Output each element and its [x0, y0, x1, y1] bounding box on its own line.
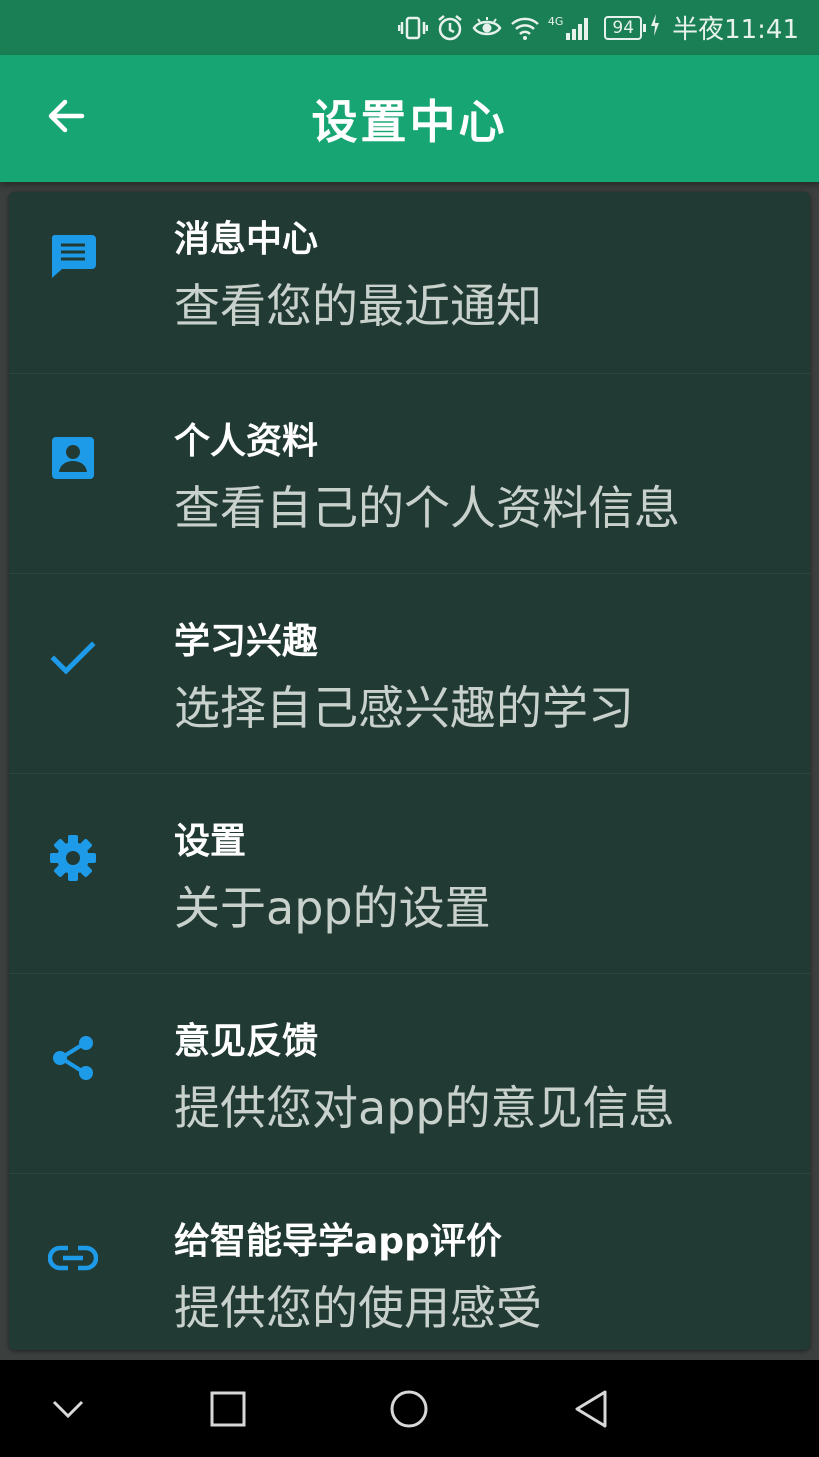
square-recents-icon[interactable]: [203, 1384, 253, 1434]
vibrate-icon: [397, 15, 428, 41]
menu-item-profile[interactable]: 个人资料 查看自己的个人资料信息: [9, 374, 810, 574]
menu-item-title: 设置: [174, 821, 247, 862]
check-icon: [45, 630, 101, 686]
menu-item-title: 意见反馈: [174, 1021, 319, 1062]
menu-item-title: 给智能导学app评价: [174, 1221, 502, 1262]
menu-item-feedback[interactable]: 意见反馈 提供您对app的意见信息: [9, 974, 810, 1174]
link-icon: [45, 1230, 101, 1286]
back-button[interactable]: [36, 88, 96, 148]
menu-item-title: 学习兴趣: [174, 621, 319, 662]
menu-item-message-center[interactable]: 消息中心 查看您的最近通知: [9, 192, 810, 374]
alarm-icon: [436, 14, 464, 42]
battery-level: 94: [604, 15, 643, 40]
chevron-down-icon[interactable]: [43, 1384, 93, 1434]
page-title: 设置中心: [311, 94, 508, 149]
app-bar: 设置中心: [0, 55, 819, 182]
message-icon: [45, 228, 101, 284]
menu-item-subtitle: 关于app的设置: [174, 881, 491, 935]
status-time: 半夜11:41: [672, 15, 799, 45]
battery-indicator: 94: [604, 13, 660, 43]
system-nav-bar: [0, 1360, 819, 1457]
gear-icon: [45, 830, 101, 886]
circle-home-icon[interactable]: [384, 1384, 434, 1434]
charging-icon: [650, 13, 660, 43]
menu-item-learning-interests[interactable]: 学习兴趣 选择自己感兴趣的学习: [9, 574, 810, 774]
menu-item-subtitle: 查看自己的个人资料信息: [174, 481, 680, 535]
menu-item-subtitle: 选择自己感兴趣的学习: [174, 681, 634, 735]
profile-card-icon: [45, 430, 101, 486]
menu-item-settings[interactable]: 设置 关于app的设置: [9, 774, 810, 974]
signal-icon: 4G: [548, 15, 593, 41]
wifi-icon: [510, 16, 540, 40]
menu-item-title: 个人资料: [174, 421, 319, 462]
triangle-back-icon[interactable]: [566, 1384, 616, 1434]
settings-card: 消息中心 查看您的最近通知 个人资料 查看自己的个人资料信息 学习兴趣 选择自己…: [9, 192, 810, 1350]
menu-item-subtitle: 提供您的使用感受: [174, 1281, 542, 1335]
status-icons: 4G: [397, 14, 593, 42]
menu-item-title: 消息中心: [174, 219, 319, 260]
menu-item-rate-app[interactable]: 给智能导学app评价 提供您的使用感受: [9, 1174, 810, 1350]
share-icon: [45, 1030, 101, 1086]
menu-item-subtitle: 提供您对app的意见信息: [174, 1081, 675, 1135]
arrow-back-icon: [46, 96, 86, 140]
status-bar: 4G 94 半夜11:41: [0, 0, 819, 55]
menu-item-subtitle: 查看您的最近通知: [174, 279, 542, 333]
eye-comfort-icon: [472, 16, 502, 40]
